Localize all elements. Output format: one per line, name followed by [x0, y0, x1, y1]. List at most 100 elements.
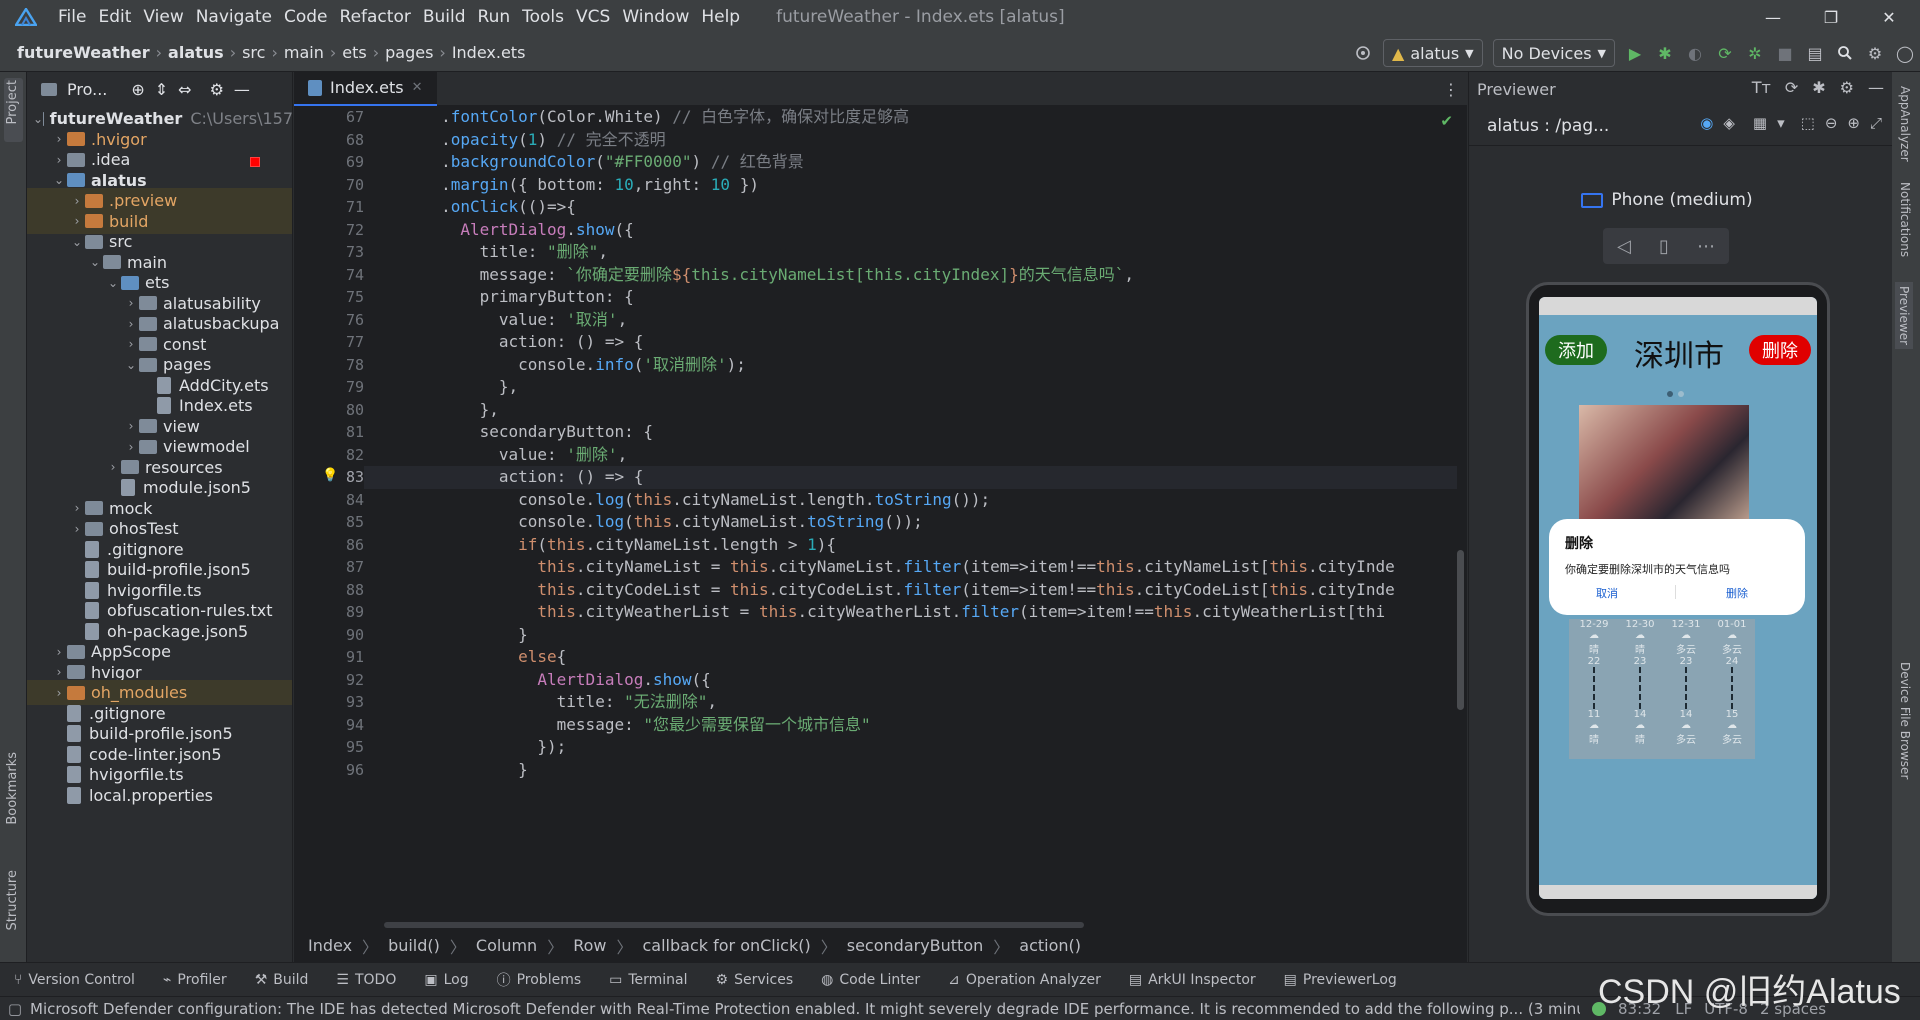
menu-vcs[interactable]: VCS: [570, 7, 616, 27]
code-breadcrumb-item[interactable]: action(): [1019, 936, 1081, 955]
settings-gear-icon[interactable]: ⚙: [1860, 38, 1890, 68]
chevron-down-icon[interactable]: ⌄: [123, 358, 139, 372]
code-line[interactable]: value: '取消',: [364, 309, 1457, 332]
menu-code[interactable]: Code: [278, 7, 334, 27]
lightbulb-icon[interactable]: 💡: [322, 468, 338, 483]
device-label[interactable]: Phone (medium): [1469, 190, 1865, 210]
settings-gear-icon[interactable]: ⚙: [1840, 78, 1854, 97]
chevron-down-icon[interactable]: ⌄: [33, 112, 43, 126]
code-line[interactable]: this.cityWeatherList = this.cityWeatherL…: [364, 601, 1457, 624]
chevron-right-icon[interactable]: ›: [69, 501, 85, 515]
delete-city-button[interactable]: 删除: [1749, 335, 1811, 365]
chevron-down-icon[interactable]: ⌄: [105, 276, 121, 290]
maximize-icon[interactable]: ❐: [1802, 0, 1860, 34]
code-line[interactable]: console.log(this.cityNameList.toString()…: [364, 511, 1457, 534]
chevron-right-icon[interactable]: ›: [123, 419, 139, 433]
code-breadcrumb-item[interactable]: Column: [476, 936, 537, 955]
inspector-icon[interactable]: ◉: [1700, 114, 1713, 132]
code-line[interactable]: message: "您最少需要保留一个城市信息": [364, 714, 1457, 737]
tool-window-log[interactable]: ▣ Log: [410, 972, 482, 988]
color-swatch-icon[interactable]: [250, 157, 260, 167]
bug-icon[interactable]: ✱: [1812, 78, 1825, 97]
code-line[interactable]: AlertDialog.show({: [364, 669, 1457, 692]
chevron-right-icon[interactable]: ›: [69, 214, 85, 228]
tool-window-terminal[interactable]: ▭ Terminal: [595, 972, 701, 988]
refresh-icon[interactable]: ⟳: [1785, 78, 1798, 97]
tool-window-operation-analyzer[interactable]: ⊿ Operation Analyzer: [934, 972, 1115, 988]
more-tabs-icon[interactable]: ⋮: [1443, 80, 1459, 99]
tree-item[interactable]: local.properties: [27, 783, 292, 808]
code-line[interactable]: console.info('取消删除');: [364, 354, 1457, 377]
back-icon[interactable]: ◁: [1617, 236, 1631, 257]
menu-build[interactable]: Build: [417, 7, 472, 27]
expand-all-icon[interactable]: ⇕: [155, 80, 168, 99]
chevron-right-icon[interactable]: ›: [69, 194, 85, 208]
menu-file[interactable]: File: [52, 7, 92, 27]
run-icon[interactable]: ▶: [1620, 38, 1650, 68]
breadcrumb-item[interactable]: alatus: [165, 43, 227, 62]
device-file-browser-tool[interactable]: Device File Browser: [1898, 662, 1912, 779]
fit-icon[interactable]: ⤢: [1870, 114, 1882, 132]
minimize-icon[interactable]: —: [1744, 0, 1802, 34]
chevron-right-icon[interactable]: ›: [51, 132, 67, 146]
tab-index-ets[interactable]: Index.ets ✕: [294, 71, 437, 106]
chevron-down-icon[interactable]: ▾: [1777, 114, 1785, 132]
code-breadcrumb-item[interactable]: Row: [573, 936, 606, 955]
menu-help[interactable]: Help: [695, 7, 746, 27]
attach-debugger-icon[interactable]: ✲: [1740, 38, 1770, 68]
chevron-right-icon[interactable]: ›: [123, 296, 139, 310]
code-line[interactable]: .fontColor(Color.White) // 白色字体，确保对比度足够高: [364, 106, 1457, 129]
rerun-icon[interactable]: ⟳: [1710, 38, 1740, 68]
tool-window-version-control[interactable]: ⑂ Version Control: [0, 972, 149, 988]
frame-icon[interactable]: ⬚: [1801, 114, 1815, 132]
chevron-right-icon[interactable]: ›: [123, 317, 139, 331]
breadcrumb-item[interactable]: ets: [339, 43, 369, 62]
device-manager-icon[interactable]: ▤: [1800, 38, 1830, 68]
debug-icon[interactable]: ✱: [1650, 38, 1680, 68]
dialog-delete-button[interactable]: 删除: [1699, 585, 1775, 601]
code-line[interactable]: .opacity(1) // 完全不透明: [364, 129, 1457, 152]
breadcrumb-item[interactable]: main: [281, 43, 327, 62]
chevron-right-icon[interactable]: ›: [123, 337, 139, 351]
code-line[interactable]: },: [364, 376, 1457, 399]
breadcrumb-item[interactable]: pages: [382, 43, 436, 62]
module-selector[interactable]: ▲ alatus ▼: [1383, 39, 1483, 67]
code-line[interactable]: this.cityNameList = this.cityNameList.fi…: [364, 556, 1457, 579]
code-line[interactable]: secondaryButton: {: [364, 421, 1457, 444]
code-line[interactable]: action: () => {: [364, 466, 1457, 489]
close-tab-icon[interactable]: ✕: [412, 80, 423, 95]
code-line[interactable]: action: () => {: [364, 331, 1457, 354]
tool-window-build[interactable]: ⚒ Build: [241, 972, 323, 988]
stop-icon[interactable]: ■: [1770, 38, 1800, 68]
swiper-indicator[interactable]: [1667, 391, 1684, 397]
code-line[interactable]: console.log(this.cityNameList.length.toS…: [364, 489, 1457, 512]
code-line[interactable]: value: '删除',: [364, 444, 1457, 467]
account-icon[interactable]: ◯: [1890, 38, 1920, 68]
chevron-right-icon[interactable]: ›: [51, 153, 67, 167]
code-breadcrumb-item[interactable]: callback for onClick(): [643, 936, 811, 955]
layers-icon[interactable]: ◈: [1723, 114, 1735, 132]
chevron-right-icon[interactable]: ›: [51, 665, 67, 679]
code-line[interactable]: AlertDialog.show({: [364, 219, 1457, 242]
target-icon[interactable]: [1348, 38, 1378, 68]
device-selector[interactable]: No Devices ▼: [1492, 39, 1615, 67]
tool-window-arkui-inspector[interactable]: ▤ ArkUI Inspector: [1115, 972, 1270, 988]
code-breadcrumb-item[interactable]: build(): [388, 936, 440, 955]
code-breadcrumb-item[interactable]: secondaryButton: [847, 936, 984, 955]
code-line[interactable]: },: [364, 399, 1457, 422]
chevron-right-icon[interactable]: ›: [51, 645, 67, 659]
rotate-icon[interactable]: ▯: [1659, 236, 1669, 257]
chevron-down-icon[interactable]: ⌄: [51, 173, 67, 187]
hide-panel-icon[interactable]: —: [1868, 78, 1884, 97]
status-layout-icon[interactable]: ▢: [0, 1000, 30, 1018]
search-icon[interactable]: [1830, 38, 1860, 68]
code-line[interactable]: .onClick(()=>{: [364, 196, 1457, 219]
project-view-selector[interactable]: Pro...: [67, 80, 107, 99]
code-line[interactable]: if(this.cityNameList.length > 1){: [364, 534, 1457, 557]
project-tool-label[interactable]: Project: [5, 80, 20, 124]
notifications-tool[interactable]: Notifications: [1898, 182, 1912, 257]
tool-window-previewerlog[interactable]: ▤ PreviewerLog: [1270, 972, 1411, 988]
tool-window-problems[interactable]: ⓘ Problems: [483, 970, 596, 990]
settings-gear-icon[interactable]: ⚙: [210, 80, 224, 99]
font-size-icon[interactable]: Tт: [1752, 78, 1771, 97]
